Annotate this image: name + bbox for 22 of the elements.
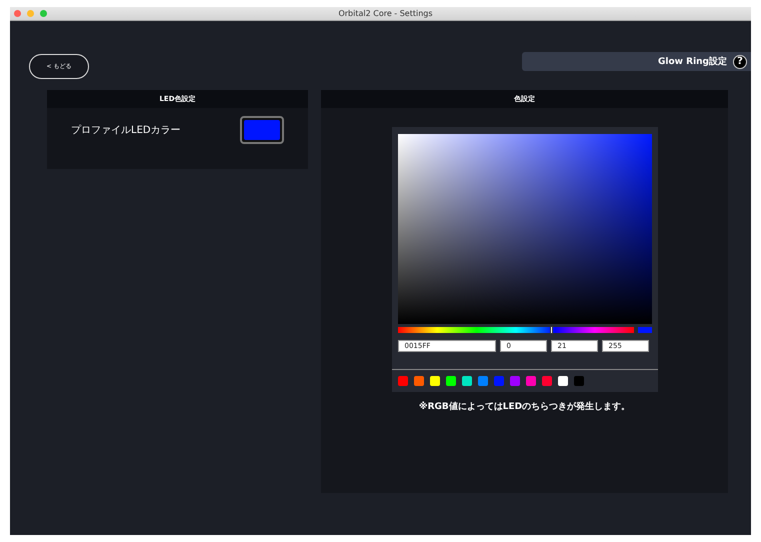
color-swatch[interactable] bbox=[542, 376, 552, 386]
color-swatch[interactable] bbox=[510, 376, 520, 386]
header-title: Glow Ring設定 bbox=[658, 55, 727, 68]
hue-slider[interactable] bbox=[398, 327, 634, 333]
color-swatch[interactable] bbox=[494, 376, 504, 386]
color-swatch[interactable] bbox=[558, 376, 568, 386]
led-color-swatch[interactable] bbox=[240, 116, 284, 144]
color-swatch[interactable] bbox=[446, 376, 456, 386]
color-swatch[interactable] bbox=[398, 376, 408, 386]
saturation-value-area[interactable] bbox=[398, 134, 652, 324]
led-color-label: プロファイルLEDカラー bbox=[71, 124, 181, 137]
note-text: ※RGB値によってはLEDのちらつきが発生します。 bbox=[418, 400, 630, 413]
color-swatch[interactable] bbox=[478, 376, 488, 386]
color-swatch[interactable] bbox=[414, 376, 424, 386]
hue-slider-thumb[interactable] bbox=[550, 326, 553, 334]
color-swatch[interactable] bbox=[574, 376, 584, 386]
help-button[interactable]: ? bbox=[733, 54, 747, 68]
color-swatch[interactable] bbox=[430, 376, 440, 386]
window-title: Orbital2 Core - Settings bbox=[338, 9, 433, 18]
color-swatch[interactable] bbox=[462, 376, 472, 386]
close-window-icon[interactable] bbox=[14, 10, 21, 17]
color-swatch[interactable] bbox=[526, 376, 536, 386]
